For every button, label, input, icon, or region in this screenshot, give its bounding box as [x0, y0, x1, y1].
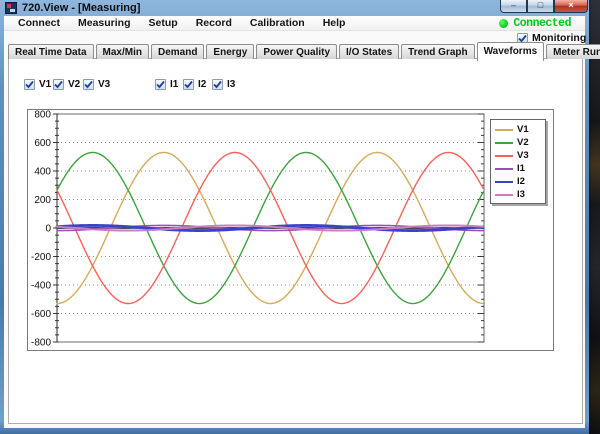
- window-controls: – □ ×: [500, 0, 588, 13]
- legend-label: V2: [517, 137, 529, 148]
- legend-label: I2: [517, 176, 525, 187]
- desktop-background: [588, 0, 600, 434]
- checkbox-label: V2: [68, 79, 80, 90]
- tab-meter-running-info[interactable]: Meter Running Info: [546, 44, 600, 59]
- checkbox-label: V1: [39, 79, 51, 90]
- menu-connect[interactable]: Connect: [9, 17, 69, 29]
- titlebar[interactable]: 720.View - [Measuring] – □ ×: [0, 0, 589, 16]
- tab-trend-graph[interactable]: Trend Graph: [401, 44, 474, 59]
- menu-record[interactable]: Record: [187, 17, 241, 29]
- checkbox-v1[interactable]: V1: [24, 79, 51, 90]
- tab-power-quality[interactable]: Power Quality: [256, 44, 337, 59]
- checkbox-v2[interactable]: V2: [53, 79, 80, 90]
- checkbox-box: [212, 79, 223, 90]
- legend-label: I1: [517, 163, 525, 174]
- menubar: ConnectMeasuringSetupRecordCalibrationHe…: [4, 16, 585, 31]
- check-icon: [213, 80, 222, 89]
- maximize-icon: □: [538, 0, 543, 10]
- chart-legend: V1 V2 V3 I1 I2 I3: [490, 119, 546, 204]
- app-icon: [5, 2, 17, 14]
- legend-item-i3: I3: [495, 188, 545, 201]
- legend-line-icon: [495, 129, 513, 131]
- legend-item-i2: I2: [495, 175, 545, 188]
- tab-max-min[interactable]: Max/Min: [96, 44, 149, 59]
- legend-item-v2: V2: [495, 136, 545, 149]
- app-window: 720.View - [Measuring] – □ × ConnectMeasur…: [0, 0, 589, 434]
- check-icon: [156, 80, 165, 89]
- screen: 720.View - [Measuring] – □ × ConnectMeasur…: [0, 0, 600, 434]
- waveform-chart: 800 600 400 200 0 -200 -400 -600 -800 V1 V2 V3 I1 I2…: [27, 109, 554, 351]
- legend-line-icon: [495, 168, 513, 170]
- legend-item-v1: V1: [495, 123, 545, 136]
- legend-line-icon: [495, 181, 513, 183]
- connection-status: Connected: [499, 17, 571, 30]
- maximize-button[interactable]: □: [527, 0, 554, 13]
- check-icon: [54, 80, 63, 89]
- tab-i-o-states[interactable]: I/O States: [339, 44, 399, 59]
- legend-item-i1: I1: [495, 162, 545, 175]
- legend-line-icon: [495, 142, 513, 144]
- checkbox-i2[interactable]: I2: [183, 79, 206, 90]
- tab-page-waveforms: V1 V2 V3 I1 I2 I3 800 600 400 200 0 -200 -400 -600 -8…: [8, 58, 583, 424]
- checkbox-box: [155, 79, 166, 90]
- checkbox-v3[interactable]: V3: [83, 79, 110, 90]
- tab-real-time-data[interactable]: Real Time Data: [8, 44, 94, 59]
- svg-text:600: 600: [34, 138, 51, 149]
- tab-energy[interactable]: Energy: [206, 44, 254, 59]
- waveform-plot: 800 600 400 200 0 -200 -400 -600 -800: [28, 110, 553, 350]
- menu-calibration[interactable]: Calibration: [241, 17, 314, 29]
- connection-status-label: Connected: [513, 17, 571, 30]
- checkbox-box: [53, 79, 64, 90]
- checkbox-i3[interactable]: I3: [212, 79, 235, 90]
- legend-label: I3: [517, 189, 525, 200]
- check-icon: [84, 80, 93, 89]
- checkbox-label: V3: [98, 79, 110, 90]
- svg-text:200: 200: [34, 195, 51, 206]
- checkbox-box: [183, 79, 194, 90]
- window-content: ConnectMeasuringSetupRecordCalibrationHe…: [4, 16, 585, 428]
- svg-text:0: 0: [45, 224, 51, 235]
- checkbox-label: I1: [170, 79, 178, 90]
- checkbox-box: [83, 79, 94, 90]
- checkbox-label: I3: [227, 79, 235, 90]
- menu-help[interactable]: Help: [314, 17, 355, 29]
- svg-text:-400: -400: [31, 281, 51, 292]
- checkbox-box: [24, 79, 35, 90]
- close-button[interactable]: ×: [554, 0, 588, 13]
- legend-label: V3: [517, 150, 529, 161]
- svg-text:400: 400: [34, 167, 51, 178]
- check-icon: [184, 80, 193, 89]
- menu-setup[interactable]: Setup: [140, 17, 187, 29]
- window-title: 720.View - [Measuring]: [22, 2, 140, 14]
- svg-text:-600: -600: [31, 309, 51, 320]
- legend-line-icon: [495, 194, 513, 196]
- tab-waveforms[interactable]: Waveforms: [477, 42, 545, 61]
- close-icon: ×: [568, 0, 573, 10]
- tab-bar: Real Time DataMax/MinDemandEnergyPower Q…: [8, 42, 600, 59]
- minimize-icon: –: [511, 0, 516, 10]
- legend-item-v3: V3: [495, 149, 545, 162]
- minimize-button[interactable]: –: [500, 0, 527, 13]
- tab-demand[interactable]: Demand: [151, 44, 204, 59]
- checkbox-label: I2: [198, 79, 206, 90]
- legend-line-icon: [495, 155, 513, 157]
- svg-text:-800: -800: [31, 338, 51, 349]
- menu-measuring[interactable]: Measuring: [69, 17, 140, 29]
- legend-label: V1: [517, 124, 529, 135]
- svg-text:-200: -200: [31, 252, 51, 263]
- checkbox-i1[interactable]: I1: [155, 79, 178, 90]
- check-icon: [25, 80, 34, 89]
- connected-dot-icon: [499, 19, 508, 28]
- svg-text:800: 800: [34, 110, 51, 121]
